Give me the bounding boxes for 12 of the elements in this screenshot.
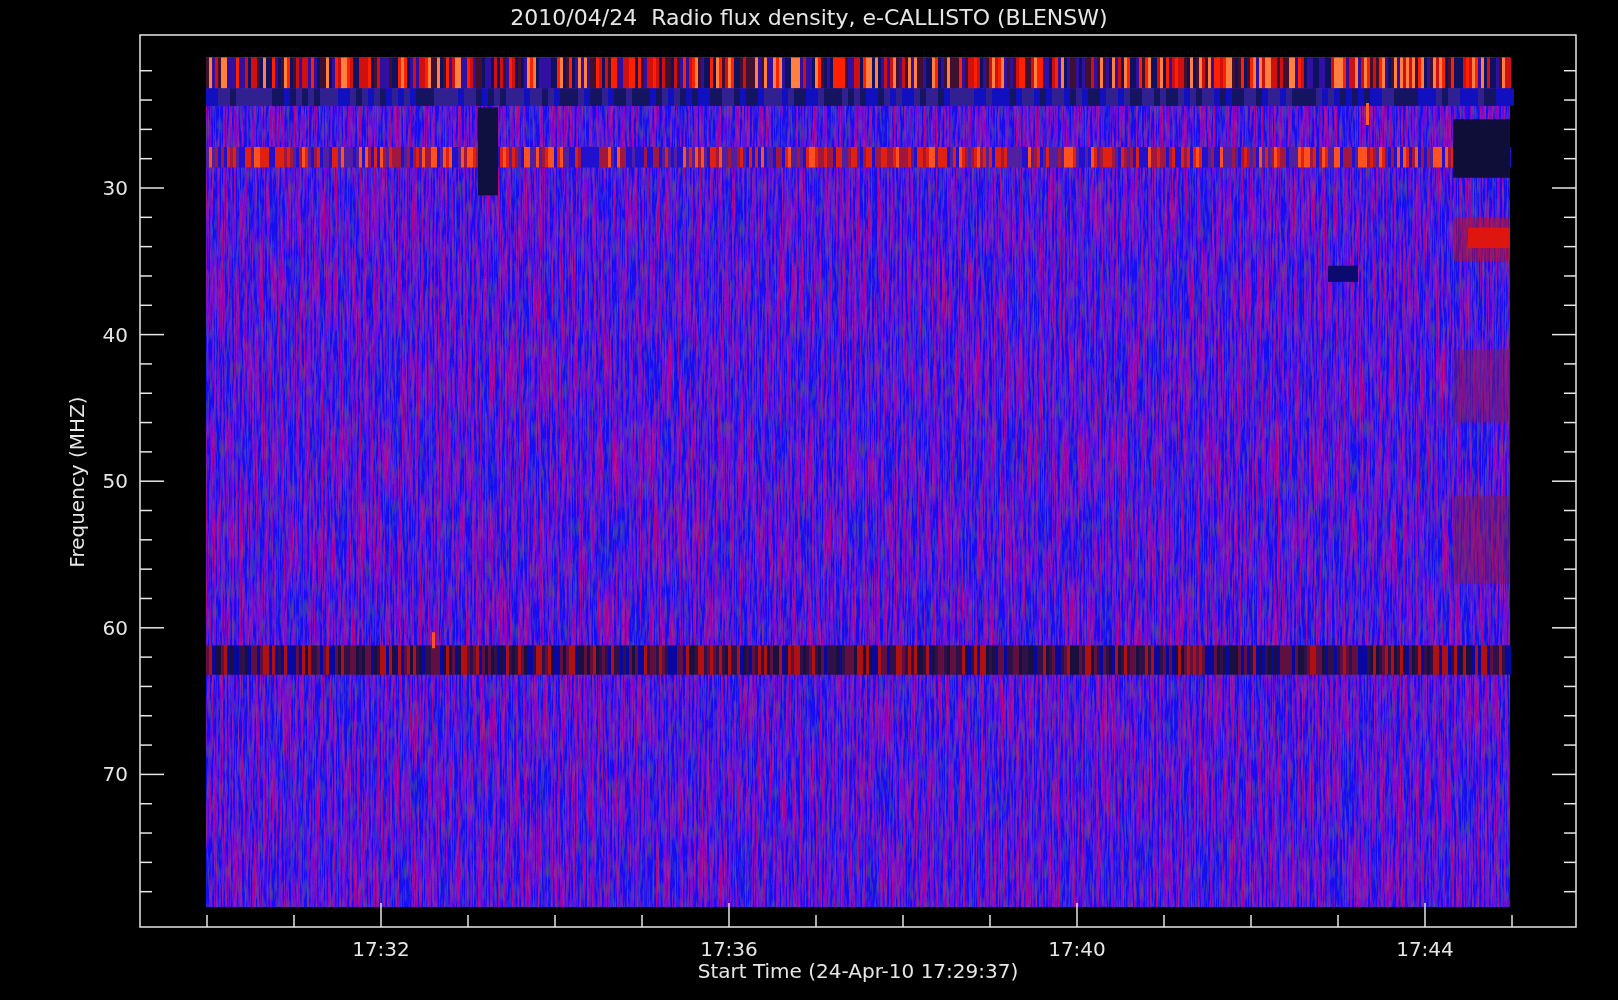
y-tick-label: 60: [102, 615, 128, 640]
plot-title: 2010/04/24 Radio flux density, e-CALLISTO (BLENSW): [510, 5, 1108, 30]
y-tick-label: 50: [102, 469, 128, 494]
x-axis-title: Start Time (24-Apr-10 17:29:37): [697, 959, 1019, 983]
y-tick-label: 40: [102, 322, 128, 347]
x-tick-label: 17:36: [700, 937, 758, 961]
y-tick-label: 30: [102, 176, 128, 200]
y-axis-title: Frequency (MHZ): [65, 396, 89, 568]
x-tick-label: 17:32: [352, 937, 410, 961]
x-tick-label: 17:40: [1048, 937, 1106, 961]
x-tick-label: 17:44: [1396, 937, 1454, 961]
y-tick-label: 70: [102, 762, 128, 787]
